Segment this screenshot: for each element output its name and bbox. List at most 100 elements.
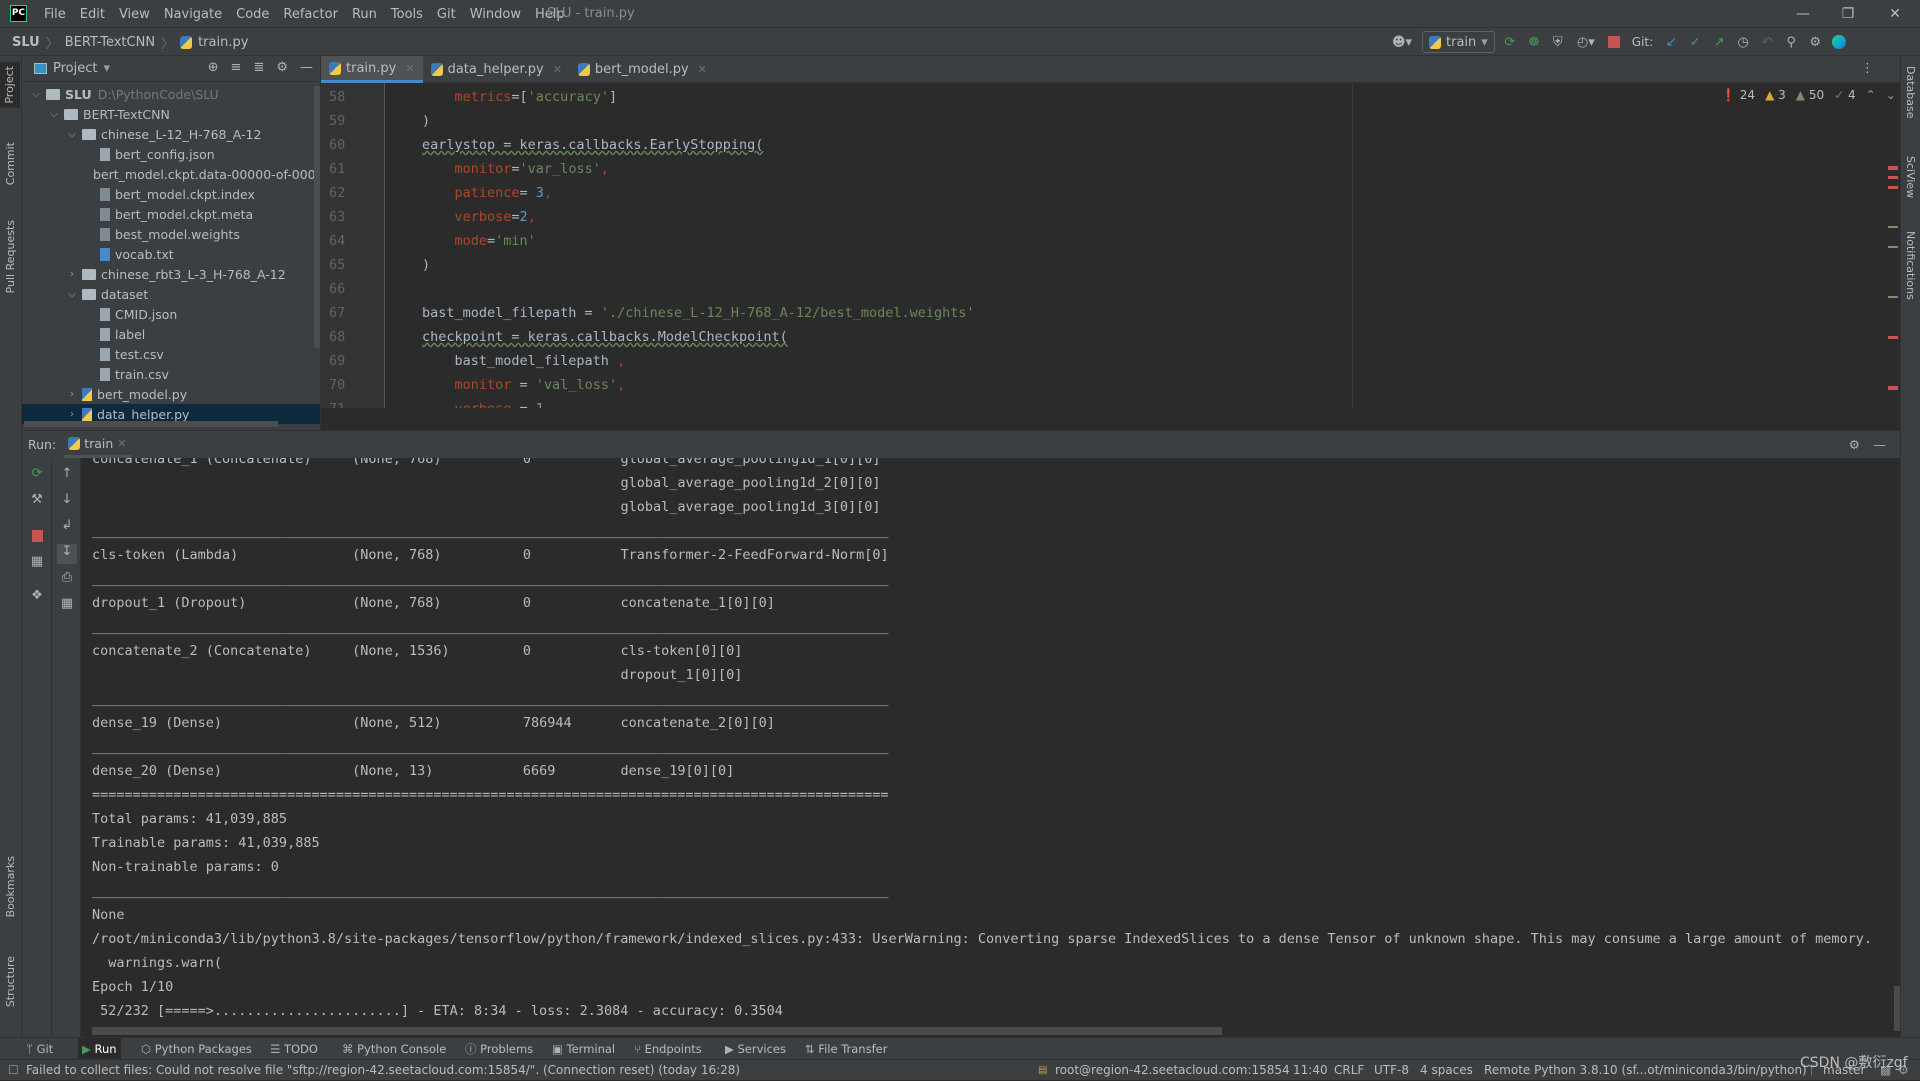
menu-run[interactable]: Run: [352, 7, 377, 22]
menu-window[interactable]: Window: [470, 7, 521, 22]
tool-window-git[interactable]: ᛘ Git: [22, 1038, 57, 1060]
tree-item[interactable]: ⌵ BERT-TextCNN: [22, 104, 320, 124]
run-config-dropdown[interactable]: train ▾: [1422, 31, 1495, 53]
stop-icon[interactable]: [27, 526, 47, 546]
tab-bert_model-py[interactable]: bert_model.py ✕: [570, 56, 715, 83]
tool-window-python-packages[interactable]: ⬡ Python Packages: [137, 1038, 256, 1060]
tool-project[interactable]: Project: [0, 62, 20, 108]
rollback-icon[interactable]: ↶: [1758, 33, 1776, 51]
tool-window-services[interactable]: ▶ Services: [721, 1038, 790, 1060]
tool-structure[interactable]: Structure: [4, 956, 17, 1007]
caret-position[interactable]: 11:40: [1293, 1060, 1328, 1081]
console-hscrollbar[interactable]: [92, 1027, 1222, 1035]
tab-train-py[interactable]: train.py ✕: [321, 56, 423, 83]
trash-icon[interactable]: ▦: [57, 596, 77, 616]
breadcrumb-item[interactable]: SLU: [12, 35, 40, 50]
tree-item[interactable]: vocab.txt: [22, 244, 320, 264]
status-message[interactable]: Failed to collect files: Could not resol…: [26, 1060, 740, 1081]
coverage-icon[interactable]: ⛨: [1549, 33, 1567, 51]
previous-highlight-icon[interactable]: ⌃: [1866, 88, 1876, 102]
tree-item[interactable]: bert_model.ckpt.data-00000-of-00001: [22, 164, 320, 184]
chevron-right-icon[interactable]: ›: [66, 389, 78, 400]
layout-icon[interactable]: ▦: [27, 554, 47, 574]
wrench-icon[interactable]: ⚒: [27, 492, 47, 512]
chevron-right-icon[interactable]: ›: [66, 409, 78, 420]
chevron-right-icon[interactable]: ›: [66, 269, 78, 280]
menu-navigate[interactable]: Navigate: [164, 7, 222, 22]
menu-refactor[interactable]: Refactor: [283, 7, 338, 22]
tree-item[interactable]: best_model.weights: [22, 224, 320, 244]
tree-item[interactable]: › bert_model.py: [22, 384, 320, 404]
tree-item[interactable]: bert_config.json: [22, 144, 320, 164]
menu-view[interactable]: View: [119, 7, 150, 22]
file-encoding[interactable]: UTF-8: [1374, 1060, 1409, 1081]
git-commit-icon[interactable]: ✓: [1686, 33, 1704, 51]
inspection-widget[interactable]: ❗ 24 ▲ 3 ▲ 50 ✓ 4 ⌃ ⌄: [1721, 88, 1896, 102]
git-push-icon[interactable]: ↗: [1710, 33, 1728, 51]
tool-window-python-console[interactable]: ⌘ Python Console: [338, 1038, 450, 1060]
python-interpreter[interactable]: Remote Python 3.8.10 (sf...ot/miniconda3…: [1484, 1060, 1807, 1081]
tool-commit[interactable]: Commit: [4, 142, 17, 185]
project-scrollbar[interactable]: [314, 86, 320, 348]
status-toggle-icon[interactable]: ☐: [8, 1060, 19, 1081]
tool-window-todo[interactable]: ☰ TODO: [266, 1038, 322, 1060]
error-stripe[interactable]: [1888, 96, 1900, 396]
console-output[interactable]: concatenate_1 (Concatenate) (None, 768) 0 g…: [81, 458, 1894, 1034]
tree-item[interactable]: test.csv: [22, 344, 320, 364]
minimize-button[interactable]: —: [1793, 4, 1813, 24]
line-ending[interactable]: CRLF: [1334, 1060, 1364, 1081]
tool-notifications[interactable]: Notifications: [1904, 231, 1917, 300]
chevron-down-icon[interactable]: ⌵: [66, 289, 78, 300]
menu-tools[interactable]: Tools: [391, 7, 423, 22]
gear-icon[interactable]: ⚙: [1806, 33, 1824, 51]
tool-sciview[interactable]: SciView: [1904, 156, 1917, 198]
project-hscrollbar[interactable]: [24, 421, 278, 427]
restore-button[interactable]: ❐: [1838, 4, 1858, 24]
weak-warnings-indicator[interactable]: ▲ 50: [1796, 88, 1824, 102]
tool-bookmarks[interactable]: Bookmarks: [4, 856, 17, 917]
tool-window-endpoints[interactable]: ⑂ Endpoints: [630, 1038, 706, 1060]
chevron-down-icon[interactable]: ⌵: [48, 109, 60, 120]
hide-icon[interactable]: —: [1874, 437, 1887, 452]
code-with-me-icon[interactable]: [1830, 33, 1848, 51]
indent-setting[interactable]: 4 spaces: [1420, 1060, 1473, 1081]
warnings-indicator[interactable]: ▲ 3: [1765, 88, 1786, 102]
close-icon[interactable]: ✕: [553, 63, 562, 76]
soft-wrap-icon[interactable]: ↲: [57, 518, 77, 538]
close-icon[interactable]: ✕: [698, 63, 707, 76]
tool-window-problems[interactable]: ⓘ Problems: [461, 1038, 537, 1060]
user-icon[interactable]: ☻▾: [1388, 33, 1416, 51]
tool-window-terminal[interactable]: ▣ Terminal: [548, 1038, 619, 1060]
tool-window-run[interactable]: ▶ Run: [78, 1038, 121, 1060]
git-update-icon[interactable]: ↙: [1662, 33, 1680, 51]
rerun-icon[interactable]: ⟳: [1501, 33, 1519, 51]
close-icon[interactable]: ✕: [405, 62, 414, 75]
code-area[interactable]: 58 metrics=['accuracy'] 59) 60 earlystop = k…: [321, 83, 1881, 408]
breadcrumb-item[interactable]: BERT-TextCNN: [65, 35, 155, 50]
menu-code[interactable]: Code: [236, 7, 269, 22]
tab-data_helper-py[interactable]: data_helper.py ✕: [423, 56, 570, 83]
run-tab-train[interactable]: train ✕: [64, 431, 131, 458]
tree-item[interactable]: train.csv: [22, 364, 320, 384]
more-icon[interactable]: ⋮: [1861, 61, 1874, 76]
menu-file[interactable]: File: [44, 7, 66, 22]
tree-item[interactable]: CMID.json: [22, 304, 320, 324]
scroll-to-end-icon[interactable]: ↧: [57, 544, 77, 564]
tool-database[interactable]: Database: [1904, 66, 1917, 119]
print-icon[interactable]: ⎙: [57, 570, 77, 590]
close-window-button[interactable]: ✕: [1885, 4, 1905, 24]
stop-icon[interactable]: [1605, 33, 1623, 51]
tree-item[interactable]: bert_model.ckpt.meta: [22, 204, 320, 224]
tree-item[interactable]: bert_model.ckpt.index: [22, 184, 320, 204]
chevron-down-icon[interactable]: ⌵: [30, 89, 42, 100]
tree-item[interactable]: › chinese_rbt3_L-3_H-768_A-12: [22, 264, 320, 284]
menu-git[interactable]: Git: [437, 7, 456, 22]
tree-item[interactable]: ⌵ dataset: [22, 284, 320, 304]
tree-item[interactable]: label: [22, 324, 320, 344]
arrow-up-icon[interactable]: ↑: [57, 466, 77, 486]
close-icon[interactable]: ✕: [117, 437, 126, 450]
pin-icon[interactable]: ❖: [27, 588, 47, 608]
debug-icon[interactable]: ☸: [1525, 33, 1543, 51]
tool-window-file-transfer[interactable]: ⇅ File Transfer: [801, 1038, 891, 1060]
errors-indicator[interactable]: ❗ 24: [1721, 88, 1755, 102]
